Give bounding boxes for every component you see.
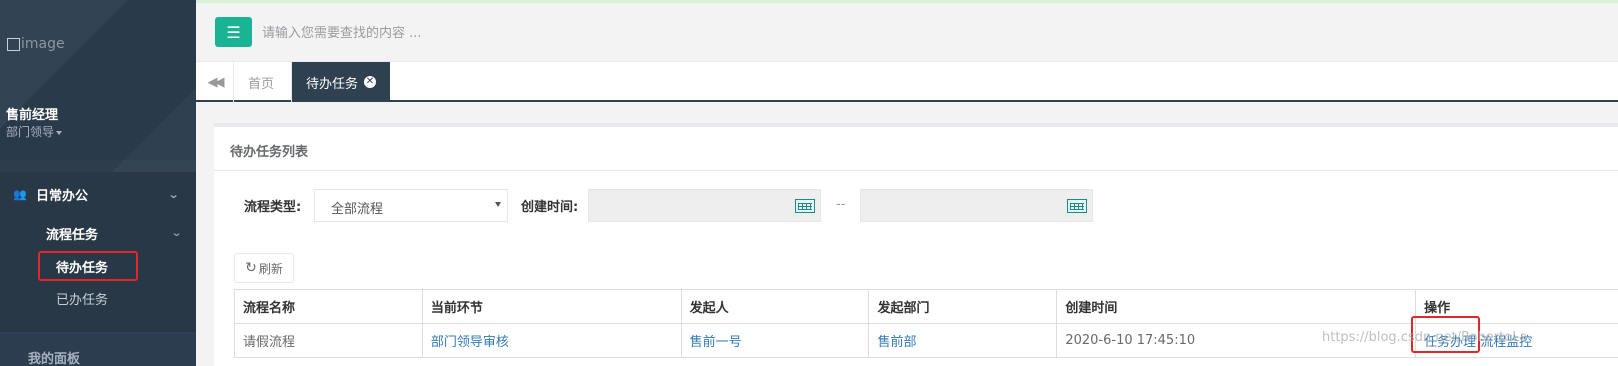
profile-image-alt: image	[21, 36, 65, 52]
chevron-down-icon: ⌄	[167, 187, 180, 201]
users-icon: 👥	[13, 187, 27, 201]
broken-image-icon	[7, 37, 20, 51]
link-initiator[interactable]: 售前一号	[690, 335, 742, 350]
hamburger-icon: ☰	[226, 22, 241, 42]
highlight-box-pending	[38, 251, 138, 281]
column-header[interactable]: 当前环节	[421, 289, 682, 324]
column-header[interactable]: 发起部门	[868, 289, 1058, 324]
start-date-input[interactable]	[588, 189, 821, 222]
sidebar-item-completed-tasks[interactable]: 已办任务	[56, 289, 108, 308]
watermark: https://blog.csdn.net/RobertoLa	[1322, 330, 1528, 345]
top-header: ☰	[196, 0, 1618, 62]
column-header[interactable]: 创建时间	[1056, 289, 1417, 324]
menu-toggle-button[interactable]: ☰	[215, 17, 252, 47]
panel-title: 待办任务列表	[214, 127, 1618, 171]
search-input[interactable]	[262, 21, 662, 45]
tab-bar: ◀◀ 首页 待办任务 ✕	[196, 62, 1618, 102]
link-current-step[interactable]: 部门领导审核	[431, 335, 509, 350]
sidebar: image 售前经理 部门领导 👥 日常办公 ⌄ 流程任务 ⌄ 待办任务 已办任…	[0, 0, 196, 366]
user-name: 售前经理	[6, 108, 59, 123]
column-header[interactable]: 流程名称	[234, 289, 423, 324]
refresh-icon: ↻	[245, 260, 257, 276]
double-chevron-left-icon: ◀◀	[207, 74, 225, 90]
cell-process-name: 请假流程	[234, 323, 423, 358]
process-type-value: 全部流程	[331, 202, 384, 217]
nav-group-header[interactable]: 👥 日常办公 ⌄	[0, 172, 196, 216]
tab-home-label: 首页	[248, 76, 275, 92]
dropdown-arrow-icon	[495, 202, 501, 207]
nav-group-my-panel[interactable]: 我的面板	[0, 334, 196, 366]
calendar-icon[interactable]	[795, 199, 815, 213]
user-role-label: 部门领导	[6, 125, 55, 139]
user-role-dropdown[interactable]: 部门领导	[6, 123, 63, 140]
refresh-label: 刷新	[258, 261, 283, 276]
caret-down-icon	[56, 130, 63, 135]
date-range-separator: --	[836, 197, 846, 212]
nav-sub-process-tasks[interactable]: 流程任务	[46, 224, 98, 243]
tab-scroll-left-button[interactable]: ◀◀	[196, 62, 234, 102]
process-type-label: 流程类型:	[244, 200, 302, 215]
nav-group-label: 日常办公	[36, 188, 89, 204]
created-time-label: 创建时间:	[521, 200, 579, 215]
calendar-icon[interactable]	[1067, 199, 1087, 213]
column-header[interactable]: 发起人	[680, 289, 870, 324]
refresh-button[interactable]: ↻ 刷新	[234, 253, 294, 283]
profile-area: image 售前经理 部门领导	[0, 0, 196, 220]
tab-home[interactable]: 首页	[234, 62, 292, 102]
link-department[interactable]: 售前部	[877, 335, 916, 350]
chevron-down-icon: ⌄	[170, 226, 183, 239]
tab-pending-tasks[interactable]: 待办任务 ✕	[292, 62, 390, 102]
close-icon[interactable]: ✕	[364, 76, 376, 88]
process-type-select[interactable]: 全部流程	[314, 189, 508, 222]
end-date-input[interactable]	[860, 189, 1093, 222]
tab-pending-label: 待办任务	[306, 76, 359, 92]
profile-image: image	[7, 36, 65, 52]
